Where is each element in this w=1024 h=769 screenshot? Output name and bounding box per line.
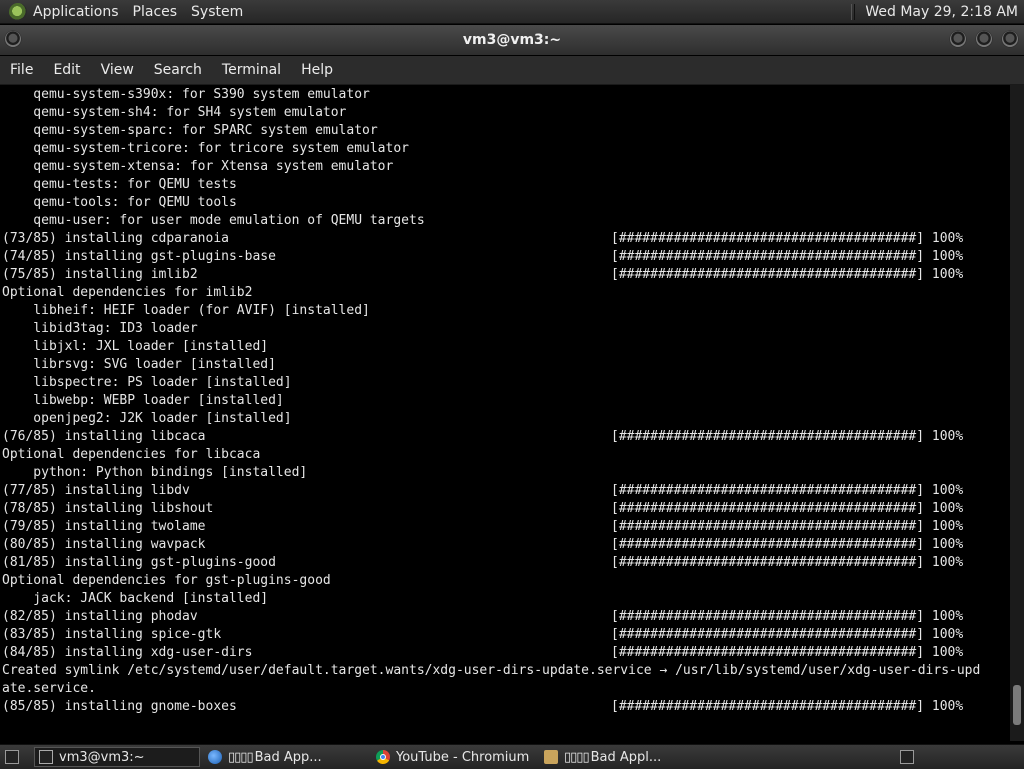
terminal-icon xyxy=(39,750,53,764)
window-titlebar[interactable]: vm3@vm3:~ xyxy=(0,25,1024,55)
menu-view[interactable]: View xyxy=(91,62,144,78)
menu-terminal[interactable]: Terminal xyxy=(212,62,291,78)
progress-bar-text: [######################################]… xyxy=(611,537,964,552)
taskbar-item-bad-apple-browser[interactable]: ▯▯▯▯ Bad App... xyxy=(204,747,368,767)
terminal-line: (83/85) installing spice-gtk xyxy=(2,627,222,642)
globe-icon xyxy=(208,750,222,764)
window-menu-icon[interactable] xyxy=(5,31,21,47)
close-icon[interactable] xyxy=(1002,31,1018,47)
terminal-line: qemu-tests: for QEMU tests xyxy=(2,177,237,192)
terminal-line: libid3tag: ID3 loader xyxy=(2,321,198,336)
progress-bar-text: [######################################]… xyxy=(611,519,964,534)
terminal-line: libspectre: PS loader [installed] xyxy=(2,375,292,390)
menu-edit[interactable]: Edit xyxy=(43,62,90,78)
top-panel: Applications Places System Wed May 29, 2… xyxy=(0,0,1024,24)
progress-bar-text: [######################################]… xyxy=(611,699,964,714)
workspace-switcher[interactable] xyxy=(892,747,926,767)
terminal-line: (80/85) installing wavpack xyxy=(2,537,206,552)
terminal-line: (73/85) installing cdparanoia xyxy=(2,231,229,246)
taskbar-item-label: Bad App... xyxy=(254,749,322,765)
terminal-line: librsvg: SVG loader [installed] xyxy=(2,357,276,372)
window-title: vm3@vm3:~ xyxy=(462,32,562,48)
scrollbar-thumb[interactable] xyxy=(1013,685,1021,725)
show-desktop-button[interactable] xyxy=(2,747,26,767)
terminal-line: ate.service. xyxy=(2,681,96,696)
terminal-line: qemu-tools: for QEMU tools xyxy=(2,195,237,210)
terminal-line: Optional dependencies for gst-plugins-go… xyxy=(2,573,331,588)
panel-menu-system[interactable]: System xyxy=(191,4,243,20)
minimize-icon[interactable] xyxy=(950,31,966,47)
terminal-line: (84/85) installing xdg-user-dirs xyxy=(2,645,253,660)
terminal-line: (81/85) installing gst-plugins-good xyxy=(2,555,276,570)
progress-bar-text: [######################################]… xyxy=(611,609,964,624)
taskbar-item-chromium[interactable]: YouTube - Chromium xyxy=(372,747,536,767)
panel-menu-places[interactable]: Places xyxy=(133,4,178,20)
terminal-line: (76/85) installing libcaca xyxy=(2,429,206,444)
menu-help[interactable]: Help xyxy=(291,62,343,78)
workspace-icon xyxy=(900,750,914,764)
terminal-line: qemu-system-sparc: for SPARC system emul… xyxy=(2,123,378,138)
taskbar-item-glyphs: ▯▯▯▯ xyxy=(228,749,254,765)
maximize-icon[interactable] xyxy=(976,31,992,47)
progress-bar-text: [######################################]… xyxy=(611,501,964,516)
terminal-line: (82/85) installing phodav xyxy=(2,609,198,624)
terminal-line: (77/85) installing libdv xyxy=(2,483,190,498)
terminal-line: (85/85) installing gnome-boxes xyxy=(2,699,237,714)
terminal-line: qemu-system-s390x: for S390 system emula… xyxy=(2,87,370,102)
terminal-scrollbar[interactable] xyxy=(1010,85,1024,741)
taskbar-item-label: Bad Appl... xyxy=(590,749,662,765)
terminal-line: libjxl: JXL loader [installed] xyxy=(2,339,269,354)
taskbar: vm3@vm3:~ ▯▯▯▯ Bad App... YouTube - Chro… xyxy=(0,744,1024,769)
chromium-icon xyxy=(376,750,390,764)
progress-bar-text: [######################################]… xyxy=(611,429,964,444)
menu-search[interactable]: Search xyxy=(144,62,212,78)
terminal-line: qemu-system-tricore: for tricore system … xyxy=(2,141,409,156)
show-desktop-icon xyxy=(5,750,19,764)
progress-bar-text: [######################################]… xyxy=(611,555,964,570)
terminal-line: libheif: HEIF loader (for AVIF) [install… xyxy=(2,303,370,318)
terminal-line: qemu-system-sh4: for SH4 system emulator xyxy=(2,105,347,120)
terminal-line: python: Python bindings [installed] xyxy=(2,465,308,480)
terminal-line: qemu-system-xtensa: for Xtensa system em… xyxy=(2,159,394,174)
terminal-line: qemu-user: for user mode emulation of QE… xyxy=(2,213,425,228)
terminal-output[interactable]: qemu-system-s390x: for S390 system emula… xyxy=(0,85,1010,741)
progress-bar-text: [######################################]… xyxy=(611,483,964,498)
terminal-line: Optional dependencies for libcaca xyxy=(2,447,261,462)
menu-file[interactable]: File xyxy=(0,62,43,78)
taskbar-item-glyphs: ▯▯▯▯ xyxy=(564,749,590,765)
terminal-line: (78/85) installing libshout xyxy=(2,501,214,516)
panel-separator xyxy=(851,3,856,20)
progress-bar-text: [######################################]… xyxy=(611,249,964,264)
terminal-line: openjpeg2: J2K loader [installed] xyxy=(2,411,292,426)
terminal-line: (74/85) installing gst-plugins-base xyxy=(2,249,276,264)
terminal-line: jack: JACK backend [installed] xyxy=(2,591,269,606)
terminal-line: Optional dependencies for imlib2 xyxy=(2,285,253,300)
terminal-line: (79/85) installing twolame xyxy=(2,519,206,534)
taskbar-item-label: YouTube - Chromium xyxy=(396,749,530,765)
panel-menu-applications[interactable]: Applications xyxy=(33,4,119,20)
panel-clock[interactable]: Wed May 29, 2:18 AM xyxy=(865,4,1018,20)
progress-bar-text: [######################################]… xyxy=(611,645,964,660)
terminal-menubar: File Edit View Search Terminal Help xyxy=(0,56,1024,85)
terminal-line: (75/85) installing imlib2 xyxy=(2,267,198,282)
taskbar-item-bad-apple-folder[interactable]: ▯▯▯▯ Bad Appl... xyxy=(540,747,704,767)
terminal-line: libwebp: WEBP loader [installed] xyxy=(2,393,284,408)
progress-bar-text: [######################################]… xyxy=(611,627,964,642)
progress-bar-text: [######################################]… xyxy=(611,231,964,246)
distro-logo-icon[interactable] xyxy=(9,2,27,21)
taskbar-item-terminal[interactable]: vm3@vm3:~ xyxy=(34,747,200,767)
progress-bar-text: [######################################]… xyxy=(611,267,964,282)
taskbar-item-label: vm3@vm3:~ xyxy=(59,749,145,765)
folder-icon xyxy=(544,750,558,764)
terminal-line: Created symlink /etc/systemd/user/defaul… xyxy=(2,663,981,678)
